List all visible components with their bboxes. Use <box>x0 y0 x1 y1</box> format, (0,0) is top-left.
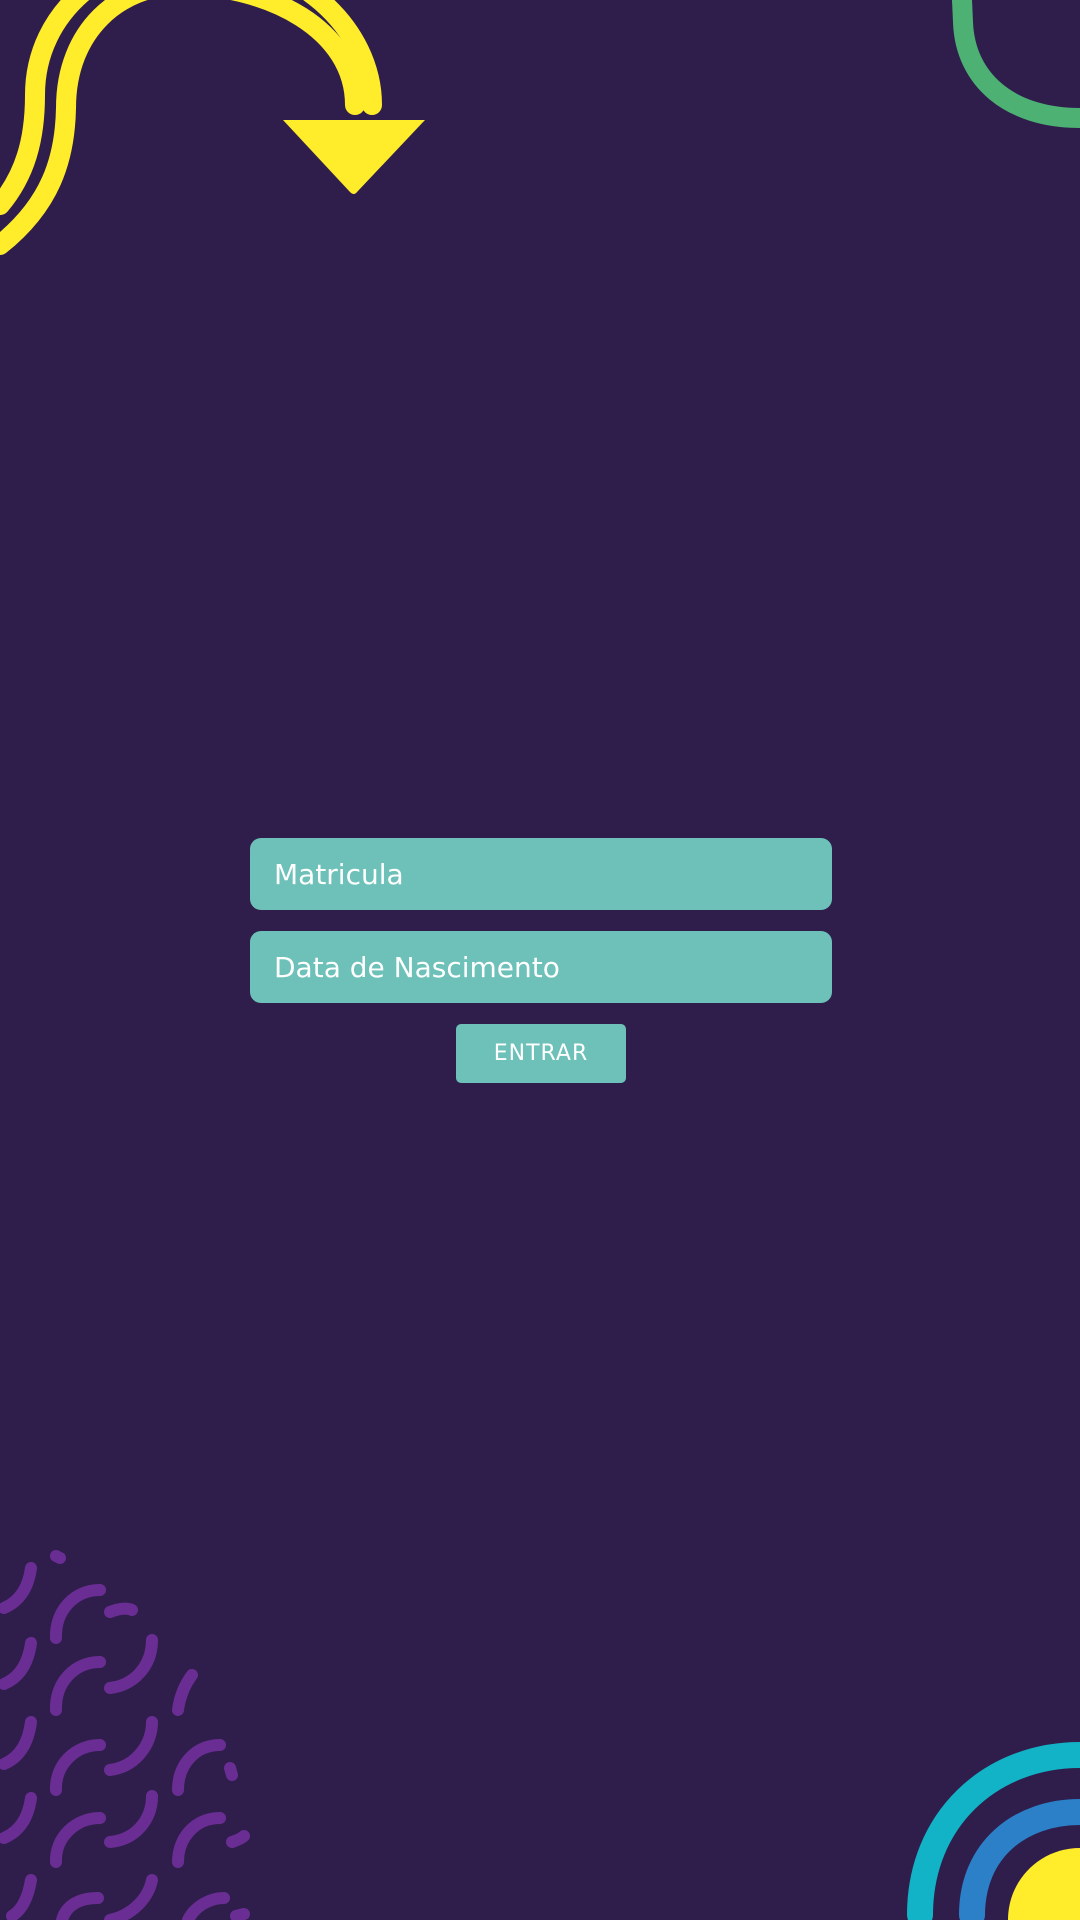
matricula-placeholder: Matricula <box>274 857 404 891</box>
birth-date-input[interactable]: Data de Nascimento <box>250 931 832 1003</box>
green-curve-decoration <box>952 0 1080 128</box>
matricula-input[interactable]: Matricula <box>250 838 832 910</box>
login-screen: Matricula Data de Nascimento ENTRAR <box>0 0 1080 1920</box>
yellow-arrow-head <box>283 120 425 194</box>
enter-button[interactable]: ENTRAR <box>456 1024 626 1083</box>
birth-date-placeholder: Data de Nascimento <box>274 950 560 984</box>
enter-button-label: ENTRAR <box>493 1041 589 1066</box>
purple-pattern-decoration <box>0 1550 250 1920</box>
yellow-half-sun-decoration <box>1008 1848 1080 1920</box>
